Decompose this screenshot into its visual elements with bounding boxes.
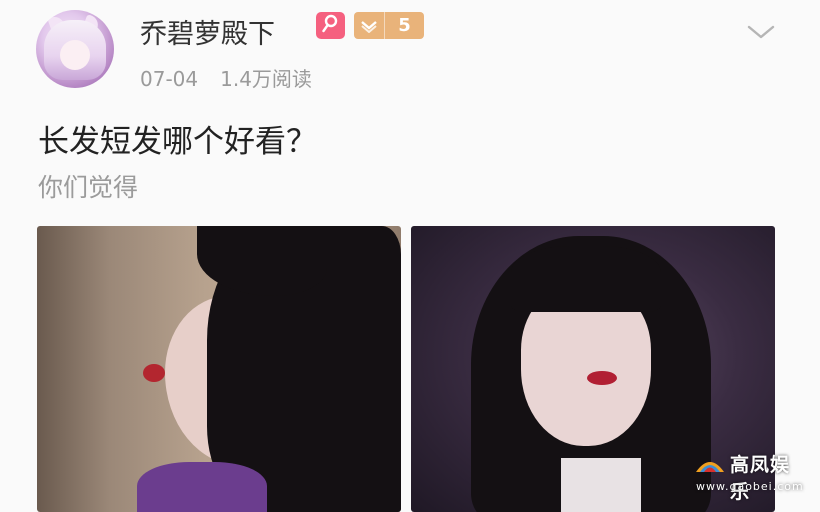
chevron-down-icon bbox=[744, 25, 778, 48]
site-watermark: 高凤娱乐 www.gaobei.com bbox=[690, 448, 806, 503]
watermark-brand: 高凤娱乐 bbox=[730, 454, 791, 503]
author-avatar[interactable] bbox=[36, 10, 114, 88]
more-options-button[interactable] bbox=[744, 20, 778, 44]
post-subtitle: 你们觉得 bbox=[38, 173, 139, 202]
gender-badge bbox=[316, 12, 345, 39]
level-chevron-icon bbox=[354, 19, 384, 33]
level-badge: 5 bbox=[354, 12, 424, 39]
post-meta: 07-04 1.4万阅读 bbox=[140, 63, 334, 92]
read-count: 1.4万阅读 bbox=[220, 67, 312, 91]
post-title: 长发短发哪个好看？ bbox=[38, 124, 317, 160]
author-name[interactable]: 乔碧萝殿下 bbox=[140, 12, 275, 51]
post-date: 07-04 bbox=[140, 67, 199, 91]
site-logo-icon bbox=[694, 452, 726, 476]
post-photo-short-hair[interactable] bbox=[37, 226, 401, 512]
watermark-url: www.gaobei.com bbox=[696, 480, 804, 493]
level-number: 5 bbox=[384, 12, 424, 39]
female-icon bbox=[321, 14, 340, 38]
